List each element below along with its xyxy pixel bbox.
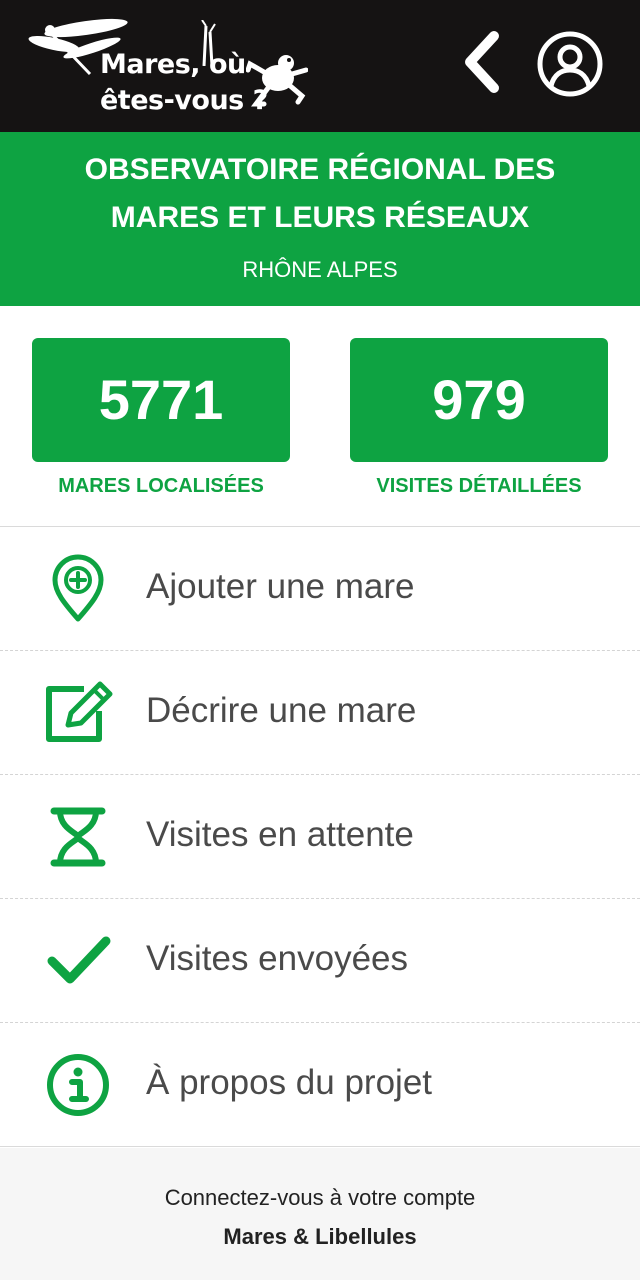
app-logo: Mares, où êtes-vous ?: [28, 14, 318, 122]
menu-item-sent-visits[interactable]: Visites envoyées: [0, 899, 640, 1023]
chevron-left-icon: [465, 31, 499, 93]
region-name: RHÔNE ALPES: [242, 257, 398, 282]
visits-count-label: VISITES DÉTAILLÉES: [376, 475, 582, 497]
menu-item-about[interactable]: À propos du projet: [0, 1023, 640, 1147]
header-title: OBSERVATOIRE RÉGIONAL DES MARES ET LEURS…: [0, 146, 640, 242]
observatory-header: OBSERVATOIRE RÉGIONAL DES MARES ET LEURS…: [0, 132, 640, 306]
header-title-line2: MARES ET LEURS RÉSEAUX: [110, 201, 530, 234]
menu-label-about: À propos du projet: [146, 1063, 433, 1102]
menu-item-add-mare[interactable]: Ajouter une mare: [0, 527, 640, 651]
back-button[interactable]: [456, 28, 512, 96]
account-button[interactable]: [536, 30, 604, 98]
menu-item-describe-mare[interactable]: Décrire une mare: [0, 651, 640, 775]
map-pin-plus-icon: [52, 554, 104, 622]
hourglass-icon: [50, 807, 106, 867]
account-icon: [537, 31, 603, 97]
menu-label-add-mare: Ajouter une mare: [146, 567, 415, 606]
frog-icon: [246, 55, 308, 107]
check-icon: [47, 936, 111, 984]
menu-label-describe-mare: Décrire une mare: [146, 691, 417, 730]
mares-count-box: 5771: [32, 338, 290, 462]
login-link[interactable]: Mares & Libellules: [0, 1223, 640, 1251]
logo-text-line2: êtes-vous ?: [100, 85, 268, 116]
edit-icon: [46, 681, 113, 742]
menu-label-sent-visits: Visites envoyées: [146, 939, 409, 978]
login-prompt: Connectez-vous à votre compte: [164, 1185, 476, 1210]
info-icon: [47, 1054, 109, 1116]
visits-count-box: 979: [350, 338, 608, 462]
mares-count-label: MARES LOCALISÉES: [58, 475, 264, 497]
main-menu: Ajouter une mare Décrire une mare Visite…: [0, 526, 640, 1147]
top-bar: Mares, où êtes-vous ?: [0, 0, 640, 132]
login-footer[interactable]: Connectez-vous à votre compte Mares & Li…: [0, 1148, 640, 1280]
header-title-line1: OBSERVATOIRE RÉGIONAL DES: [84, 153, 556, 186]
logo-text-line1: Mares, où: [100, 49, 246, 80]
menu-label-pending-visits: Visites en attente: [146, 815, 414, 854]
menu-item-pending-visits[interactable]: Visites en attente: [0, 775, 640, 899]
reed-icon: [201, 20, 216, 66]
